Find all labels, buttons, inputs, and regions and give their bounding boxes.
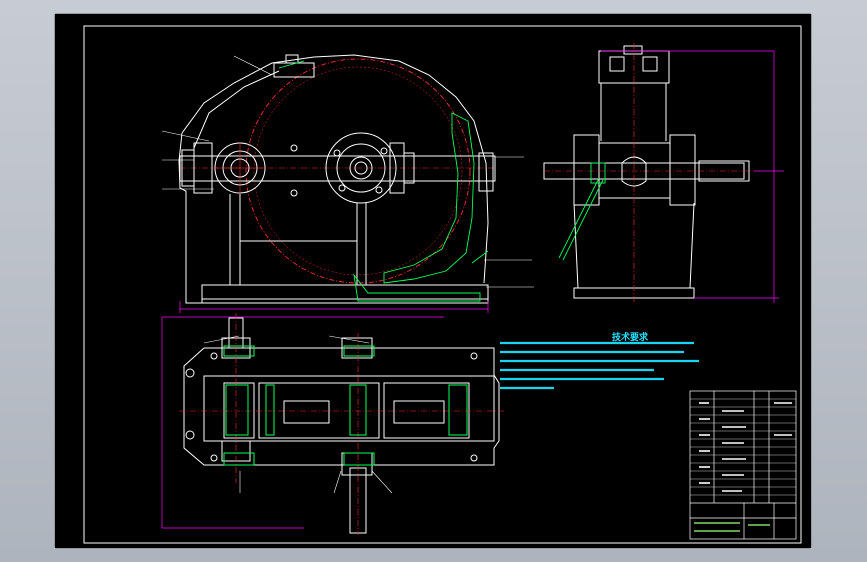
cad-viewport[interactable]: 技术要求 <box>54 13 812 549</box>
top-view-housing <box>183 347 500 466</box>
title-block <box>689 390 797 540</box>
front-view <box>178 54 496 304</box>
technical-requirements-lines <box>500 341 699 390</box>
title-block-green-text <box>694 522 770 532</box>
outer-frame <box>54 13 812 549</box>
gearbox-assembly-drawing <box>54 13 812 549</box>
side-view <box>543 43 754 303</box>
housing-base <box>201 284 489 304</box>
technical-requirements-title: 技术要求 <box>611 333 648 343</box>
gear-pitch-circle <box>245 58 471 284</box>
top-view-hatch <box>223 345 468 466</box>
side-view-hatch <box>558 162 606 261</box>
title-block-rows <box>690 398 796 496</box>
side-view-dimensions <box>601 50 784 303</box>
